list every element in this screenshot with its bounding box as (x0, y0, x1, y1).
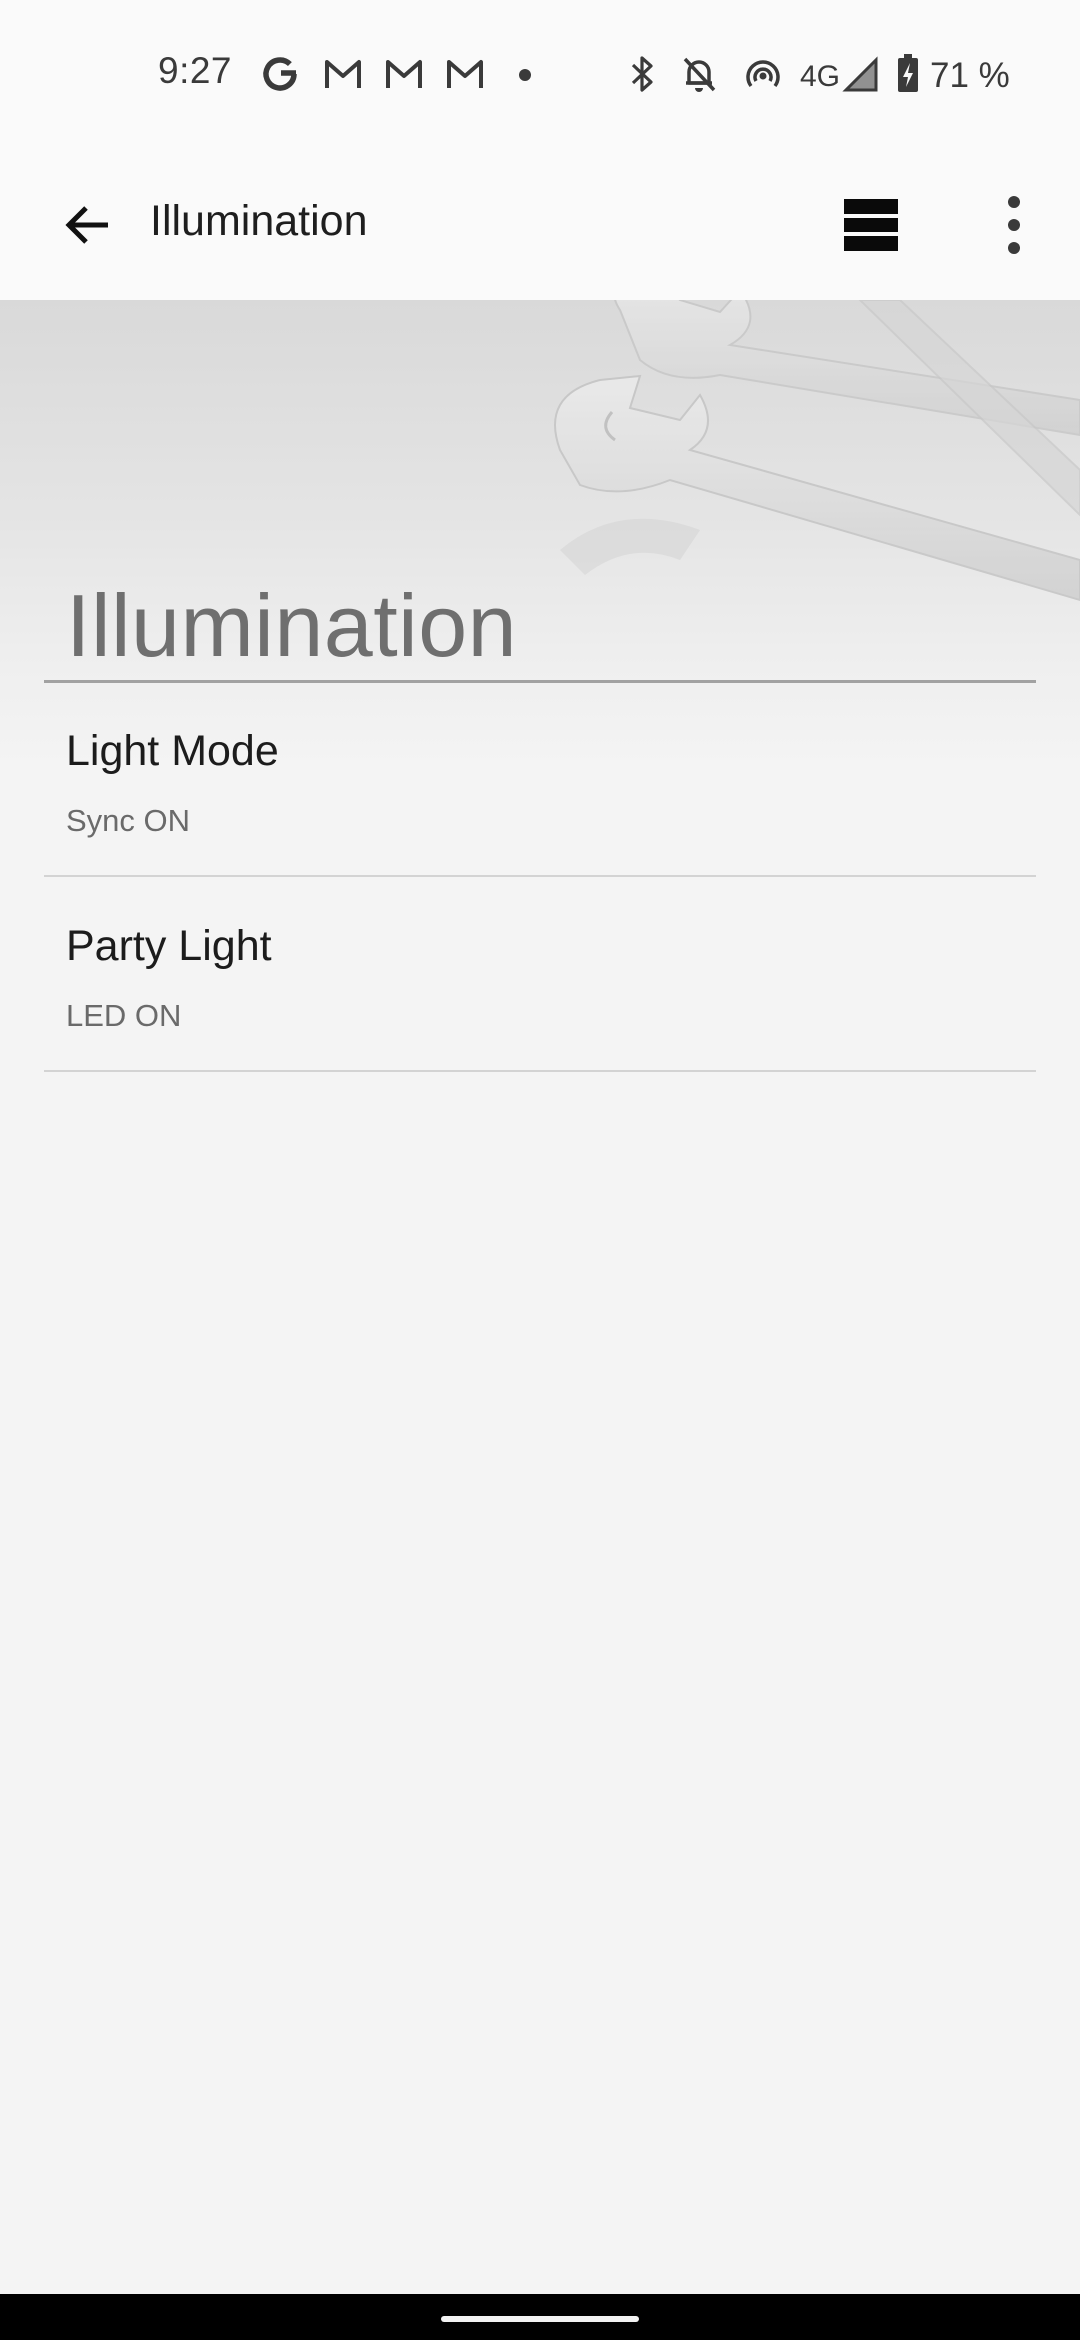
network-type-label: 4G (800, 60, 841, 93)
battery-percent: 71 % (930, 56, 1010, 95)
view-list-icon[interactable] (842, 196, 900, 254)
page-title: Illumination (150, 197, 368, 245)
hotspot-icon (746, 60, 780, 88)
home-gesture-handle[interactable] (441, 2316, 639, 2322)
more-vert-icon[interactable] (1000, 192, 1028, 258)
gmail-icon (325, 60, 361, 88)
gmail-icon (386, 60, 422, 88)
gmail-icon (447, 60, 483, 88)
section-title: Illumination (66, 576, 518, 675)
list-item-label: Party Light (66, 922, 272, 970)
list-item-value: LED ON (66, 998, 182, 1033)
list-item-party-light[interactable]: Party Light LED ON (44, 878, 1036, 1072)
signal-icon (842, 56, 878, 92)
status-time: 9:27 (158, 50, 233, 91)
list-item-value: Sync ON (66, 803, 191, 838)
battery-charging-icon (898, 54, 918, 92)
dot-icon (519, 69, 531, 81)
bluetooth-icon (631, 56, 653, 92)
status-bar: 9:27 4G 71 % (0, 0, 1080, 150)
notifications-off-icon (683, 57, 716, 92)
list-item-label: Light Mode (66, 727, 279, 775)
back-arrow-icon[interactable] (56, 193, 120, 257)
list-item-light-mode[interactable]: Light Mode Sync ON (44, 683, 1036, 877)
navigation-bar (0, 2294, 1080, 2340)
app-bar: Illumination (0, 150, 1080, 300)
google-g-icon (263, 57, 297, 91)
